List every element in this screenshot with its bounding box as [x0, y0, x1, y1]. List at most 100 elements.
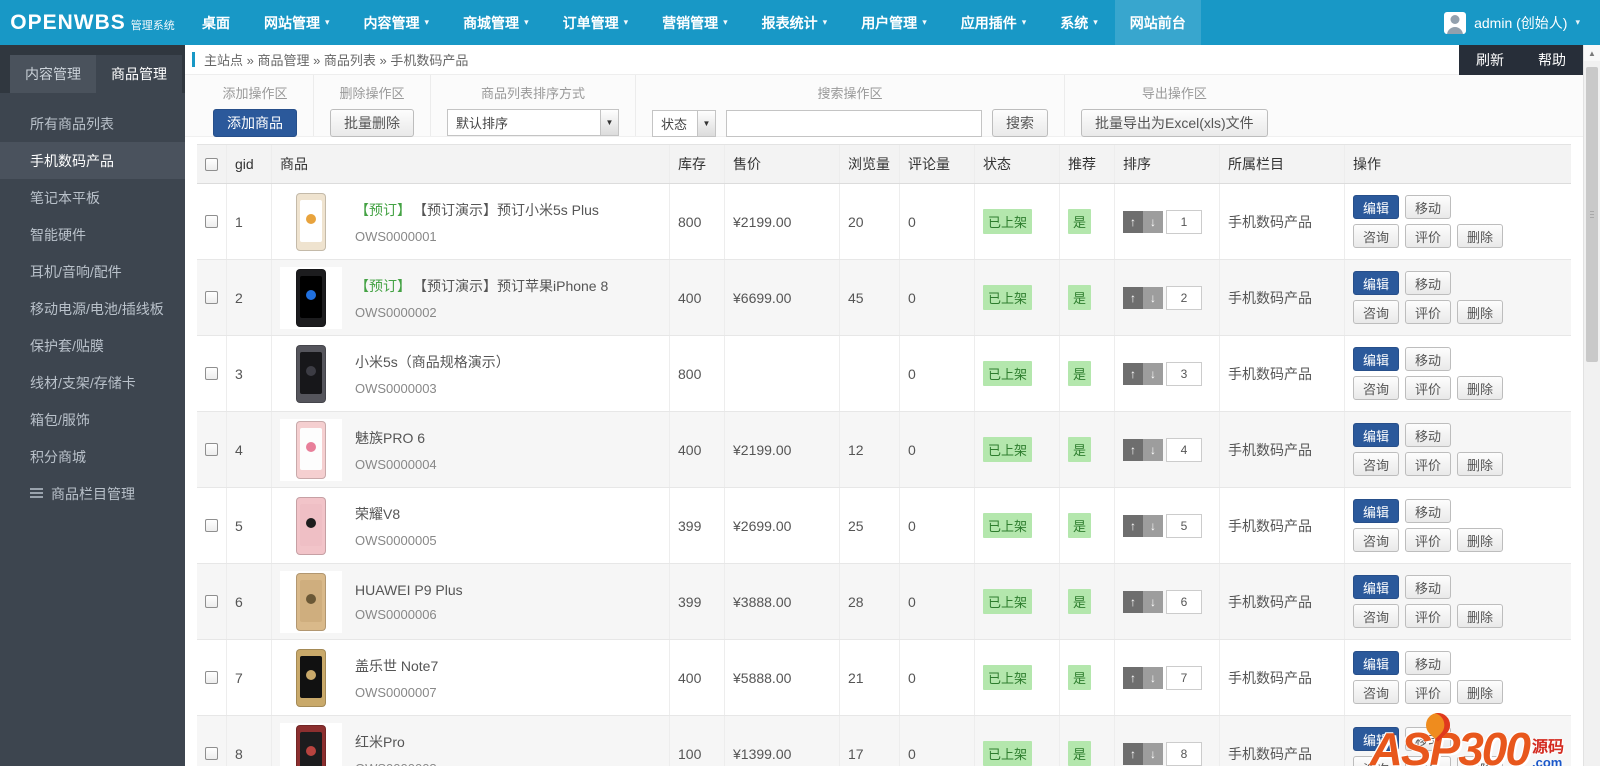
search-button[interactable]: 搜索 — [992, 109, 1048, 137]
row-checkbox[interactable] — [205, 367, 218, 380]
sort-down-button[interactable]: ↓ — [1143, 287, 1163, 309]
row-checkbox[interactable] — [205, 671, 218, 684]
move-button[interactable]: 移动 — [1405, 499, 1451, 523]
row-checkbox[interactable] — [205, 443, 218, 456]
move-button[interactable]: 移动 — [1405, 423, 1451, 447]
delete-button[interactable]: 删除 — [1457, 300, 1503, 324]
delete-button[interactable]: 删除 — [1457, 604, 1503, 628]
product-name[interactable]: 盖乐世 Note7 — [355, 656, 438, 676]
row-checkbox[interactable] — [205, 215, 218, 228]
consult-button[interactable]: 咨询 — [1353, 300, 1399, 324]
move-button[interactable]: 移动 — [1405, 575, 1451, 599]
consult-button[interactable]: 咨询 — [1353, 604, 1399, 628]
help-link[interactable]: 帮助 — [1521, 45, 1583, 75]
user-menu[interactable]: admin (创始人) ▾ — [1444, 0, 1600, 45]
delete-button[interactable]: 删除 — [1457, 376, 1503, 400]
row-checkbox[interactable] — [205, 747, 218, 760]
refresh-link[interactable]: 刷新 — [1459, 45, 1521, 75]
delete-button[interactable]: 删除 — [1457, 528, 1503, 552]
consult-button[interactable]: 咨询 — [1353, 376, 1399, 400]
sidebar-item[interactable]: 智能硬件 — [0, 216, 185, 253]
review-button[interactable]: 评价 — [1405, 300, 1451, 324]
nav-item[interactable]: 营销管理 ▾ — [645, 0, 745, 45]
batch-delete-button[interactable]: 批量删除 — [330, 109, 414, 137]
nav-item[interactable]: 网站管理 ▾ — [247, 0, 347, 45]
row-checkbox[interactable] — [205, 519, 218, 532]
consult-button[interactable]: 咨询 — [1353, 224, 1399, 248]
sort-order-input[interactable]: 8 — [1166, 742, 1202, 766]
move-button[interactable]: 移动 — [1405, 347, 1451, 371]
sort-down-button[interactable]: ↓ — [1143, 439, 1163, 461]
product-name[interactable]: 【预订演示】预订小米5s Plus — [413, 200, 599, 220]
edit-button[interactable]: 编辑 — [1353, 575, 1399, 599]
product-name[interactable]: 红米Pro — [355, 732, 405, 752]
sort-order-input[interactable]: 6 — [1166, 590, 1202, 614]
review-button[interactable]: 评价 — [1405, 604, 1451, 628]
vertical-scrollbar[interactable]: ▲ — [1583, 45, 1600, 766]
product-image[interactable] — [280, 267, 342, 329]
consult-button[interactable]: 咨询 — [1353, 528, 1399, 552]
sort-down-button[interactable]: ↓ — [1143, 667, 1163, 689]
scroll-up-icon[interactable]: ▲ — [1584, 45, 1600, 61]
product-name[interactable]: 荣耀V8 — [355, 504, 400, 524]
sidebar-item[interactable]: 保护套/贴膜 — [0, 327, 185, 364]
move-button[interactable]: 移动 — [1405, 195, 1451, 219]
edit-button[interactable]: 编辑 — [1353, 499, 1399, 523]
consult-button[interactable]: 咨询 — [1353, 680, 1399, 704]
edit-button[interactable]: 编辑 — [1353, 271, 1399, 295]
review-button[interactable]: 评价 — [1405, 680, 1451, 704]
row-checkbox[interactable] — [205, 595, 218, 608]
sidebar-item[interactable]: 积分商城 — [0, 438, 185, 475]
sort-mode-select[interactable]: 默认排序 ▼ — [447, 109, 619, 136]
nav-item[interactable]: 订单管理 ▾ — [546, 0, 646, 45]
sort-up-button[interactable]: ↑ — [1123, 515, 1143, 537]
row-checkbox[interactable] — [205, 291, 218, 304]
sort-up-button[interactable]: ↑ — [1123, 743, 1143, 765]
nav-item[interactable]: 报表统计 ▾ — [745, 0, 845, 45]
consult-button[interactable]: 咨询 — [1353, 452, 1399, 476]
nav-item[interactable]: 桌面 — [185, 0, 247, 45]
sort-up-button[interactable]: ↑ — [1123, 287, 1143, 309]
sort-order-input[interactable]: 3 — [1166, 362, 1202, 386]
product-image[interactable] — [280, 343, 342, 405]
scrollbar-thumb[interactable] — [1586, 67, 1598, 362]
move-button[interactable]: 移动 — [1405, 271, 1451, 295]
review-button[interactable]: 评价 — [1405, 224, 1451, 248]
sort-up-button[interactable]: ↑ — [1123, 363, 1143, 385]
sort-order-input[interactable]: 5 — [1166, 514, 1202, 538]
product-image[interactable] — [280, 191, 342, 253]
sidebar-item[interactable]: 箱包/服饰 — [0, 401, 185, 438]
sidebar-item[interactable]: 所有商品列表 — [0, 105, 185, 142]
nav-item[interactable]: 内容管理 ▾ — [347, 0, 447, 45]
nav-item-site-front[interactable]: 网站前台 — [1115, 0, 1201, 45]
sort-down-button[interactable]: ↓ — [1143, 515, 1163, 537]
sort-up-button[interactable]: ↑ — [1123, 211, 1143, 233]
sort-order-input[interactable]: 4 — [1166, 438, 1202, 462]
product-name[interactable]: HUAWEI P9 Plus — [355, 582, 463, 598]
nav-item[interactable]: 用户管理 ▾ — [844, 0, 944, 45]
move-button[interactable]: 移动 — [1405, 651, 1451, 675]
search-input[interactable] — [726, 110, 982, 137]
select-all-checkbox[interactable] — [205, 158, 218, 171]
product-name[interactable]: 魅族PRO 6 — [355, 428, 425, 448]
sidebar-tab[interactable]: 商品管理 — [96, 55, 182, 93]
sidebar-item[interactable]: 商品栏目管理 — [0, 475, 185, 512]
status-filter-select[interactable]: 状态 ▼ — [652, 110, 716, 137]
sort-down-button[interactable]: ↓ — [1143, 743, 1163, 765]
product-image[interactable] — [280, 495, 342, 557]
nav-item[interactable]: 应用插件 ▾ — [944, 0, 1044, 45]
sidebar-item[interactable]: 笔记本平板 — [0, 179, 185, 216]
nav-item[interactable]: 商城管理 ▾ — [446, 0, 546, 45]
sort-up-button[interactable]: ↑ — [1123, 667, 1143, 689]
sidebar-tab[interactable]: 内容管理 — [10, 55, 96, 93]
review-button[interactable]: 评价 — [1405, 376, 1451, 400]
sidebar-item[interactable]: 耳机/音响/配件 — [0, 253, 185, 290]
sort-order-input[interactable]: 1 — [1166, 210, 1202, 234]
nav-item[interactable]: 系统 ▾ — [1043, 0, 1115, 45]
product-image[interactable] — [280, 647, 342, 709]
review-button[interactable]: 评价 — [1405, 452, 1451, 476]
edit-button[interactable]: 编辑 — [1353, 347, 1399, 371]
sidebar-item[interactable]: 手机数码产品 — [0, 142, 185, 179]
sort-order-input[interactable]: 2 — [1166, 286, 1202, 310]
delete-button[interactable]: 删除 — [1457, 680, 1503, 704]
